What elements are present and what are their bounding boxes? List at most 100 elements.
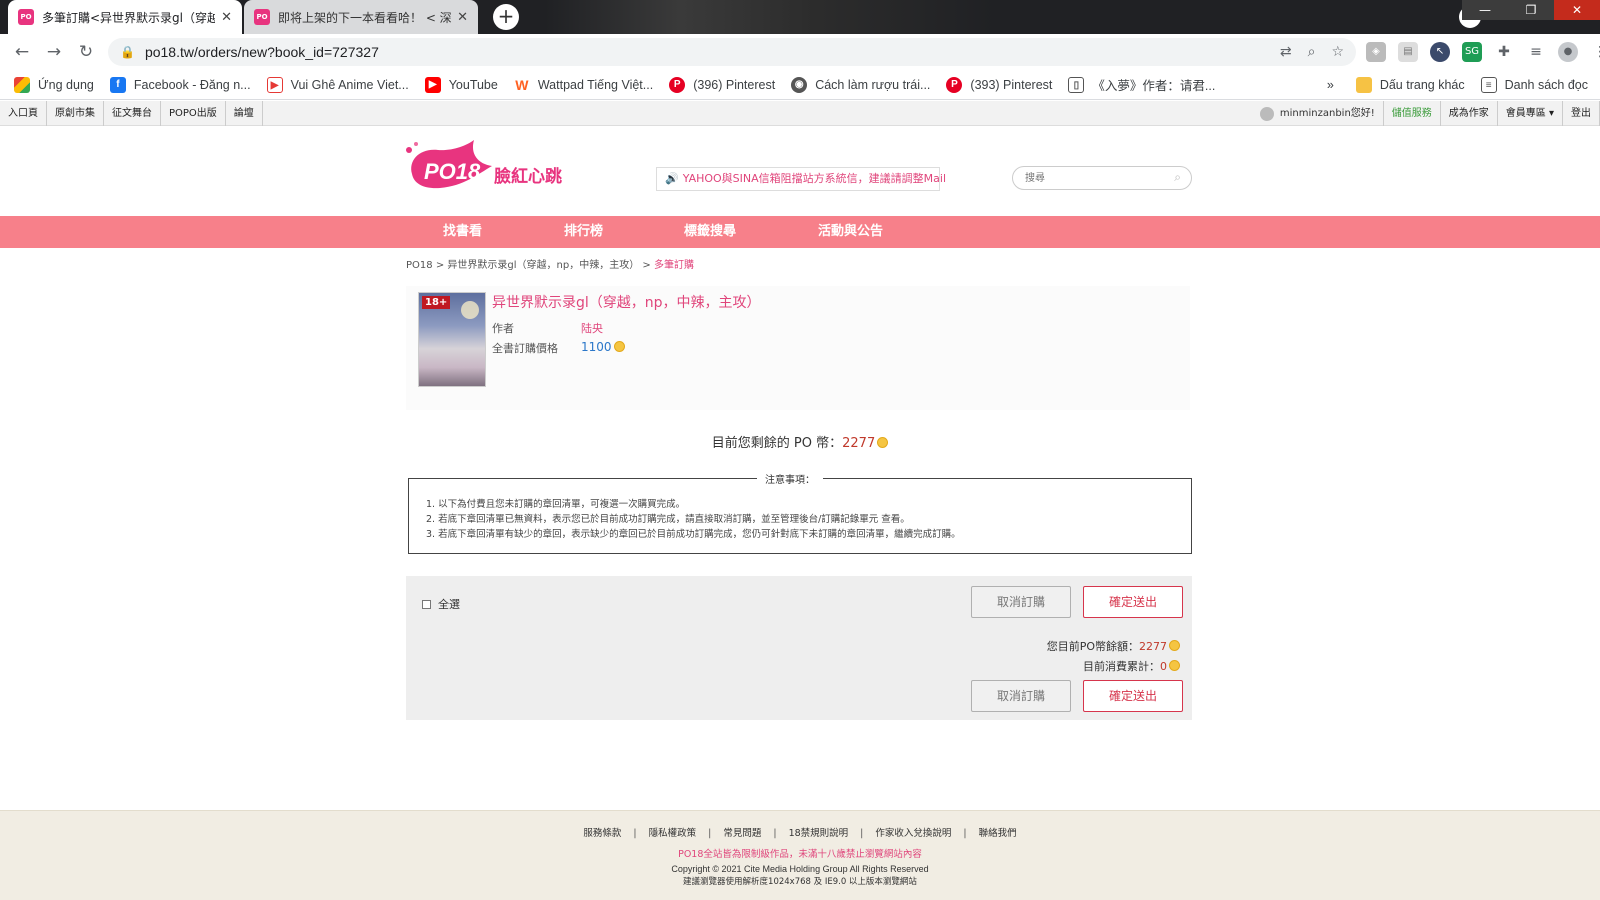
back-icon[interactable]: ←	[6, 42, 38, 62]
bookmark-star-icon[interactable]: ☆	[1331, 44, 1344, 60]
globe-icon: ◉	[791, 76, 808, 93]
breadcrumb-book[interactable]: 异世界默示录gl（穿越，np，中辣，主攻）	[447, 260, 639, 271]
checkbox-box[interactable]	[422, 599, 431, 609]
bookmark-pinterest[interactable]: P (396) Pinterest	[669, 76, 776, 93]
forward-icon[interactable]: →	[38, 42, 70, 62]
svg-text:PO18: PO18	[424, 159, 481, 184]
util-link-market[interactable]: 原創市集	[47, 101, 104, 126]
bookmark-label: Ứng dụng	[38, 77, 94, 92]
bookmark-label: Dấu trang khác	[1379, 78, 1465, 92]
bookmark-facebook[interactable]: f Facebook - Đăng n...	[109, 76, 251, 93]
logo-graphic: PO18 臉紅心跳	[406, 140, 562, 189]
util-link-topup[interactable]: 儲值服務	[1384, 101, 1441, 126]
nav-rankings[interactable]: 排行榜	[564, 216, 603, 248]
puzzle-icon[interactable]: ✚	[1494, 42, 1514, 62]
footer-income[interactable]: 作家收入兌換說明	[875, 828, 951, 839]
minimize-icon[interactable]: —	[1462, 0, 1508, 20]
menu-kebab-icon[interactable]: ⋮	[1590, 42, 1600, 62]
confirm-submit-button-top[interactable]: 確定送出	[1083, 586, 1183, 618]
util-link-publish[interactable]: POPO出版	[161, 101, 226, 126]
translate-icon[interactable]: ⇄	[1280, 44, 1292, 60]
util-link-logout[interactable]: 登出	[1563, 101, 1600, 126]
confirm-submit-button-bottom[interactable]: 確定送出	[1083, 680, 1183, 712]
book-cover[interactable]: 18+	[418, 292, 486, 387]
avatar	[1259, 106, 1274, 121]
footer-18-rules[interactable]: 18禁規則說明	[789, 828, 849, 839]
footer-contact[interactable]: 聯絡我們	[979, 828, 1017, 839]
svg-text:臉紅心跳: 臉紅心跳	[494, 166, 562, 187]
order-panel: 全選 取消訂購 確定送出 您目前PO幣餘額：2277 目前消費累計：0 取消訂購…	[406, 576, 1192, 720]
bookmark-youtube[interactable]: ▶ YouTube	[424, 76, 498, 93]
footer-privacy[interactable]: 隱私權政策	[649, 828, 697, 839]
pinterest-icon: P	[946, 76, 963, 93]
cursor-extension-icon[interactable]: ↖	[1430, 42, 1450, 62]
bookmark-wattpad[interactable]: W Wattpad Tiếng Việt...	[514, 77, 653, 93]
util-link-entry[interactable]: 入口頁	[0, 101, 47, 126]
bookmark-pinterest-2[interactable]: P (393) Pinterest	[946, 76, 1052, 93]
util-link-member-area[interactable]: 會員專區 ▾	[1498, 101, 1563, 126]
profile-avatar-icon[interactable]: ●	[1558, 42, 1578, 62]
site-footer: 服務條款 | 隱私權政策 | 常見問題 | 18禁規則說明 | 作家收入兌換說明 | 聯絡我們 PO…	[0, 810, 1600, 900]
book-title[interactable]: 异世界默示录gl（穿越，np，中辣，主攻）	[492, 292, 761, 312]
author-label: 作者	[492, 322, 514, 335]
reading-list-icon[interactable]: ≡	[1526, 42, 1546, 62]
breadcrumb-home[interactable]: PO18	[406, 260, 433, 271]
tab-title: 多筆訂購<异世界默示录gl（穿越	[42, 10, 216, 25]
summary-spent-value: 0	[1160, 660, 1167, 673]
notice-item: 3. 若底下章回清單有缺少的章回，表示缺少的章回已於目前成功訂購完成，您仍可針對…	[426, 529, 961, 540]
mail-notice[interactable]: 🔊 YAHOO與SINA信箱阻擋站方系統信，建議請調整Mail	[656, 167, 946, 191]
nav-events[interactable]: 活動與公告	[818, 216, 883, 248]
cancel-order-button-bottom[interactable]: 取消訂購	[971, 680, 1071, 712]
browser-tab-active[interactable]: PO 多筆訂購<异世界默示录gl（穿越 ✕	[8, 0, 242, 34]
folder-icon	[1355, 77, 1372, 93]
window-close-icon[interactable]: ✕	[1554, 0, 1600, 20]
other-bookmarks[interactable]: Dấu trang khác	[1355, 77, 1465, 93]
facebook-icon: f	[109, 76, 126, 93]
footer-terms[interactable]: 服務條款	[583, 828, 621, 839]
lock-icon[interactable]: 🔒	[120, 45, 135, 59]
browser-tab[interactable]: PO 即将上架的下一本看看哈！ < 深 ✕	[244, 0, 478, 34]
url-text[interactable]: po18.tw/orders/new?book_id=727327	[145, 44, 379, 60]
cover-art	[461, 301, 479, 319]
select-all-checkbox[interactable]: 全選	[422, 596, 460, 612]
footer-faq[interactable]: 常見問題	[723, 828, 761, 839]
wattpad-icon: W	[515, 76, 529, 93]
reading-list[interactable]: ≡ Danh sách đọc	[1480, 77, 1588, 93]
bookmark-recipe[interactable]: ◉ Cách làm rượu trái...	[791, 76, 930, 93]
summary-label: 您目前PO幣餘額：	[1046, 640, 1139, 653]
bookmark-novel[interactable]: ▯ 《入夢》作者：请君...	[1068, 75, 1215, 94]
author-link[interactable]: 陆央	[581, 320, 603, 336]
nav-tag-search[interactable]: 標籤搜尋	[684, 216, 736, 248]
search-input[interactable]	[1025, 167, 1165, 189]
bookmark-label: (396) Pinterest	[693, 77, 776, 92]
summary-label: 目前消費累計：	[1083, 660, 1160, 673]
reload-icon[interactable]: ↻	[70, 42, 102, 62]
cancel-order-button-top[interactable]: 取消訂購	[971, 586, 1071, 618]
po18-logo[interactable]: PO18 臉紅心跳	[404, 136, 574, 198]
search-icon[interactable]: ⌕	[1174, 170, 1181, 185]
restore-icon[interactable]: ❐	[1508, 0, 1554, 20]
nav-find-books[interactable]: 找書看	[443, 216, 482, 248]
member-greeting[interactable]: minminzanbin您好!	[1252, 101, 1384, 126]
member-name: minminzanbin您好!	[1279, 108, 1375, 119]
more-bookmarks-chevron-icon[interactable]: »	[1327, 78, 1334, 92]
util-link-contest[interactable]: 征文舞台	[104, 101, 161, 126]
util-link-forum[interactable]: 論壇	[226, 101, 263, 126]
notice-box: 注意事項： 1. 以下為付費且您未訂購的章回清單，可複選一次購買完成。 2. 若…	[408, 471, 1192, 554]
coin-icon	[877, 437, 889, 448]
reader-extension-icon[interactable]: ▤	[1398, 42, 1418, 62]
bookmark-anime[interactable]: ▶ Vui Ghê Anime Viet...	[266, 76, 409, 93]
close-icon[interactable]: ✕	[221, 10, 232, 25]
close-icon[interactable]: ✕	[457, 10, 468, 25]
shield-extension-icon[interactable]: ◈	[1366, 42, 1386, 62]
notice-list: 1. 以下為付費且您未訂購的章回清單，可複選一次購買完成。 2. 若底下章回清單…	[426, 497, 961, 542]
breadcrumb: PO18 > 异世界默示录gl（穿越，np，中辣，主攻） > 多筆訂購	[406, 256, 694, 271]
address-bar[interactable]: 🔒 po18.tw/orders/new?book_id=727327 ⇄ ⌕ …	[108, 38, 1356, 66]
bookmark-label: Wattpad Tiếng Việt...	[537, 77, 654, 92]
util-link-become-author[interactable]: 成為作家	[1441, 101, 1498, 126]
sg-extension-icon[interactable]: SG	[1462, 42, 1482, 62]
zoom-icon[interactable]: ⌕	[1308, 44, 1316, 60]
new-tab-button[interactable]: +	[493, 4, 519, 30]
coin-icon	[1169, 640, 1180, 651]
bookmark-apps[interactable]: Ứng dụng	[14, 76, 94, 93]
